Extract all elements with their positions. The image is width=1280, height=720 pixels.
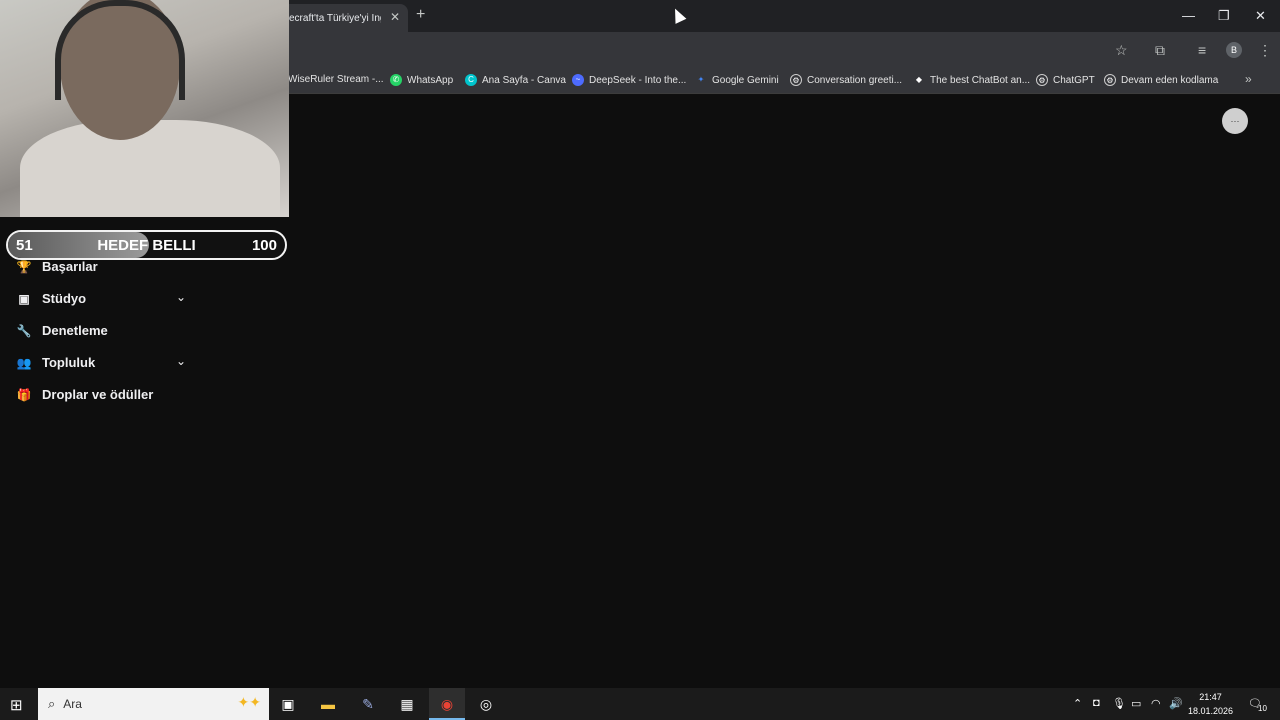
bookmark-item[interactable]: ⚙ ChatGPT <box>1036 74 1095 86</box>
volume-icon[interactable]: 🔊 <box>1169 697 1183 710</box>
bookmarks-overflow-button[interactable]: » <box>1245 72 1252 86</box>
bookmark-label: DeepSeek - Into the... <box>589 74 687 86</box>
sidebar-item-label: Topluluk <box>42 355 96 370</box>
windows-start-icon[interactable]: ⊞ <box>10 696 23 714</box>
extensions-icon[interactable]: ⧉ <box>1155 42 1165 59</box>
sidebar-item-achievements[interactable]: 🏆 Başarılar <box>16 259 98 274</box>
community-icon: 👥 <box>16 355 32 370</box>
drops-icon: 🎁 <box>16 387 32 402</box>
gemini-icon: ✦ <box>697 75 705 84</box>
clock-time: 21:47 <box>1199 692 1222 702</box>
windows-taskbar: ⊞ ⌕ Ara ✦✦ ▣ ▬ ✎ ▦ ◉ ◎ ⌃ ◘ 🎙 ▭ ◠ 🔊 21:47… <box>0 688 1280 720</box>
microsoft-store-icon[interactable]: ▦ <box>396 694 418 714</box>
bookmark-item[interactable]: ◆ The best ChatBot an... <box>913 74 1030 86</box>
chatgpt-icon: ⚙ <box>1036 74 1048 86</box>
webcam-person-body <box>20 120 280 217</box>
media-controls-icon[interactable]: ≡ <box>1198 42 1206 58</box>
close-window-button[interactable]: ✕ <box>1255 8 1266 24</box>
bookmark-item[interactable]: ⚙ Devam eden kodlama <box>1104 74 1218 86</box>
wifi-icon[interactable]: ◠ <box>1151 697 1161 710</box>
minimize-button[interactable]: — <box>1182 8 1195 23</box>
headset-icon <box>55 0 185 100</box>
chevron-down-icon[interactable]: ⌄ <box>176 290 186 304</box>
canva-icon: C <box>465 74 477 86</box>
bookmark-label: The best ChatBot an... <box>930 74 1031 86</box>
chatgpt-icon: ⚙ <box>1104 74 1116 86</box>
app-pen-icon[interactable]: ✎ <box>357 694 379 714</box>
user-avatar[interactable]: ··· <box>1222 108 1248 134</box>
obs-icon[interactable]: ◎ <box>475 694 497 714</box>
menu-dots-icon[interactable]: ⋮ <box>1258 42 1272 59</box>
goal-label: HEDEF BELLI <box>97 237 196 254</box>
sidebar-item-drops[interactable]: 🎁 Droplar ve ödüller <box>16 387 154 402</box>
camera-icon[interactable]: ◘ <box>1093 697 1100 709</box>
bookmark-label: Google Gemini <box>712 74 779 86</box>
task-view-icon[interactable]: ▣ <box>277 694 299 714</box>
chrome-icon[interactable]: ◉ <box>429 688 465 720</box>
bookmark-item[interactable]: ✦ Google Gemini <box>695 74 779 86</box>
browser-tab[interactable]: ecraft'ta Türkiye'yi İng ✕ <box>280 4 408 32</box>
profile-avatar[interactable]: B <box>1226 42 1242 58</box>
bookmark-item[interactable]: ~ DeepSeek - Into the... <box>572 74 686 86</box>
bookmark-item[interactable]: WiseRuler Stream -... <box>288 74 384 85</box>
bookmark-label: WiseRuler Stream -... <box>288 74 384 85</box>
chevron-down-icon[interactable]: ⌄ <box>176 354 186 368</box>
sidebar-item-label: Droplar ve ödüller <box>42 387 154 402</box>
tray-overflow-icon[interactable]: ⌃ <box>1073 697 1082 710</box>
webcam-overlay <box>0 0 289 217</box>
bookmark-item[interactable]: ⚙ Conversation greeti... <box>790 74 902 86</box>
deepseek-icon: ~ <box>572 74 584 86</box>
bookmark-label: ChatGPT <box>1053 74 1095 86</box>
whatsapp-icon: ✆ <box>390 74 402 86</box>
microphone-icon[interactable]: 🎙 <box>1112 697 1126 710</box>
taskbar-search[interactable]: ⌕ Ara ✦✦ <box>38 688 269 720</box>
search-placeholder: Ara <box>63 697 82 711</box>
trophy-icon: 🏆 <box>16 259 32 274</box>
bookmark-item[interactable]: C Ana Sayfa - Canva <box>465 74 566 86</box>
sidebar-item-label: Stüdyo <box>42 291 87 306</box>
sidebar-item-moderation[interactable]: 🔧 Denetleme <box>16 323 108 338</box>
tab-close-icon[interactable]: ✕ <box>390 10 400 24</box>
goal-progress-bar: HEDEF BELLI 51 100 <box>6 230 287 260</box>
bookmark-label: Ana Sayfa - Canva <box>482 74 566 86</box>
bookmark-star-icon[interactable]: ☆ <box>1115 42 1128 59</box>
bookmark-label: Devam eden kodlama <box>1121 74 1219 86</box>
taskbar-clock[interactable]: 21:47 18.01.2026 <box>1188 690 1233 718</box>
sidebar-item-label: Denetleme <box>42 323 108 338</box>
sparkle-icon: ✦✦ <box>237 694 261 710</box>
file-explorer-icon[interactable]: ▬ <box>317 694 339 714</box>
notification-count: 10 <box>1258 704 1267 713</box>
restore-button[interactable]: ❐ <box>1218 8 1230 24</box>
studio-icon: ▣ <box>18 291 30 306</box>
tab-title: ecraft'ta Türkiye'yi İng <box>289 12 381 24</box>
goal-target: 100 <box>251 237 277 254</box>
search-icon: ⌕ <box>48 696 56 711</box>
bookmark-item[interactable]: ✆ WhatsApp <box>390 74 453 86</box>
bookmark-label: WhatsApp <box>407 74 454 86</box>
clock-date: 18.01.2026 <box>1188 706 1234 716</box>
chatgpt-icon: ⚙ <box>790 74 802 86</box>
goal-current: 51 <box>16 237 33 254</box>
battery-icon[interactable]: ▭ <box>1131 697 1141 710</box>
wrench-icon: 🔧 <box>16 323 32 338</box>
bookmark-label: Conversation greeti... <box>807 74 903 86</box>
sidebar-item-label: Başarılar <box>42 259 98 274</box>
chatbot-icon: ◆ <box>915 75 923 84</box>
sidebar-item-studio[interactable]: ▣ Stüdyo <box>16 291 86 306</box>
sidebar-item-community[interactable]: 👥 Topluluk <box>16 355 96 370</box>
new-tab-button[interactable]: + <box>416 6 425 24</box>
